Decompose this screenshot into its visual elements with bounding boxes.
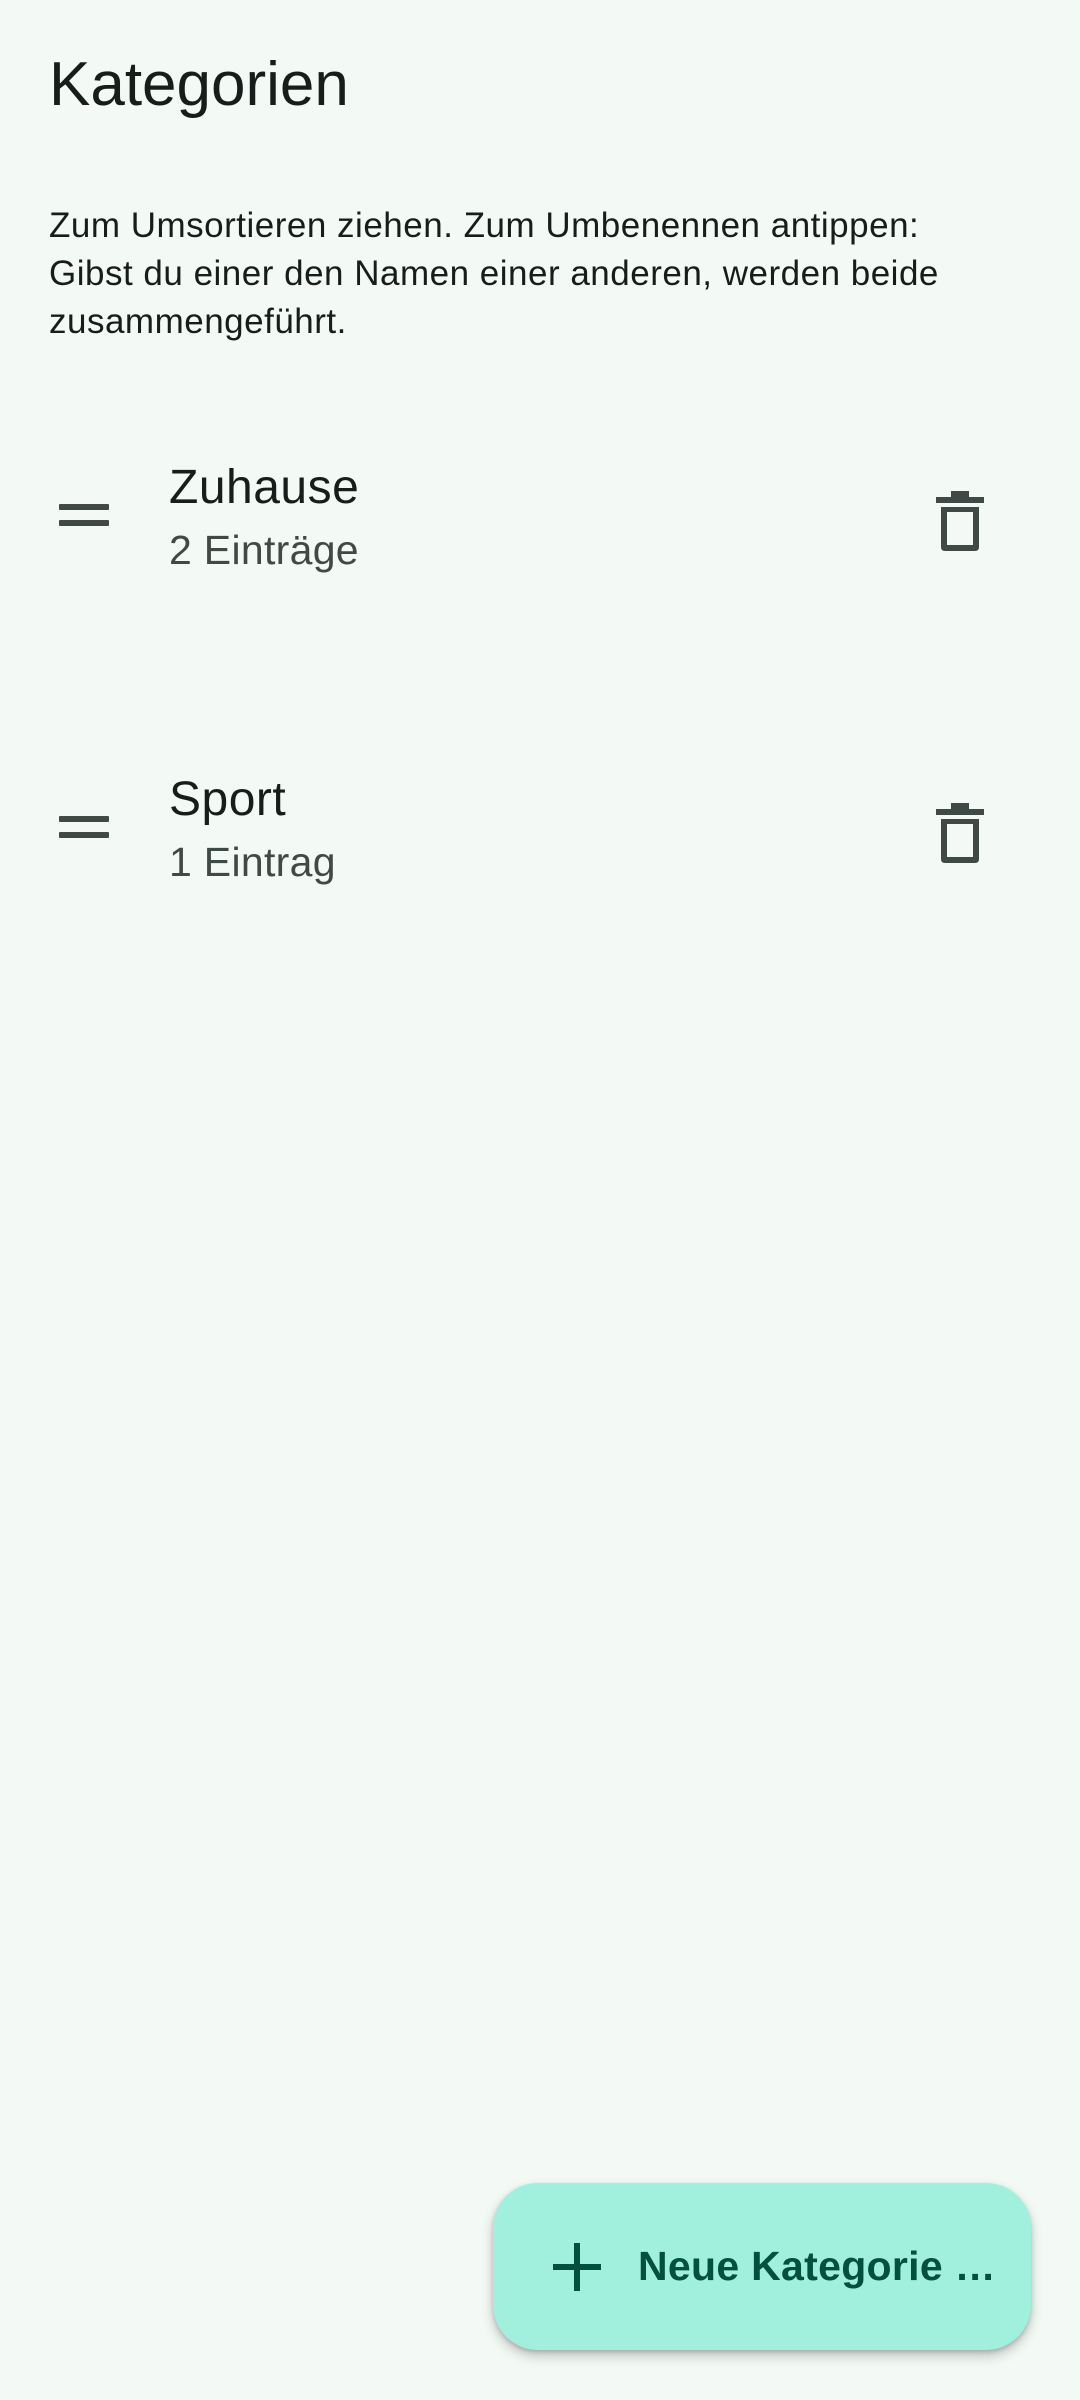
delete-button[interactable] (920, 481, 1000, 561)
trash-icon (936, 803, 984, 863)
category-text[interactable]: Zuhause 2 Einträge (169, 456, 359, 580)
category-count: 1 Eintrag (169, 839, 336, 885)
new-category-label: Neue Kategorie … (638, 2243, 996, 2289)
category-row-sport[interactable]: Sport 1 Eintrag (0, 725, 1080, 925)
plus-icon (553, 2243, 601, 2291)
instruction-text: Zum Umsortieren ziehen. Zum Umbenennen a… (49, 206, 939, 341)
drag-handle-icon[interactable] (45, 493, 123, 537)
drag-handle-icon[interactable] (45, 805, 123, 849)
page-title: Kategorien (49, 50, 349, 119)
category-list: Zuhause 2 Einträge Sport 1 Eintrag (0, 413, 1080, 1037)
delete-button[interactable] (920, 793, 1000, 873)
category-count: 2 Einträge (169, 527, 359, 573)
category-name[interactable]: Zuhause (169, 456, 359, 520)
category-text[interactable]: Sport 1 Eintrag (169, 768, 336, 892)
category-name[interactable]: Sport (169, 768, 336, 832)
trash-icon (936, 491, 984, 551)
new-category-button[interactable]: Neue Kategorie … (493, 2183, 1031, 2350)
category-row-zuhause[interactable]: Zuhause 2 Einträge (0, 413, 1080, 613)
